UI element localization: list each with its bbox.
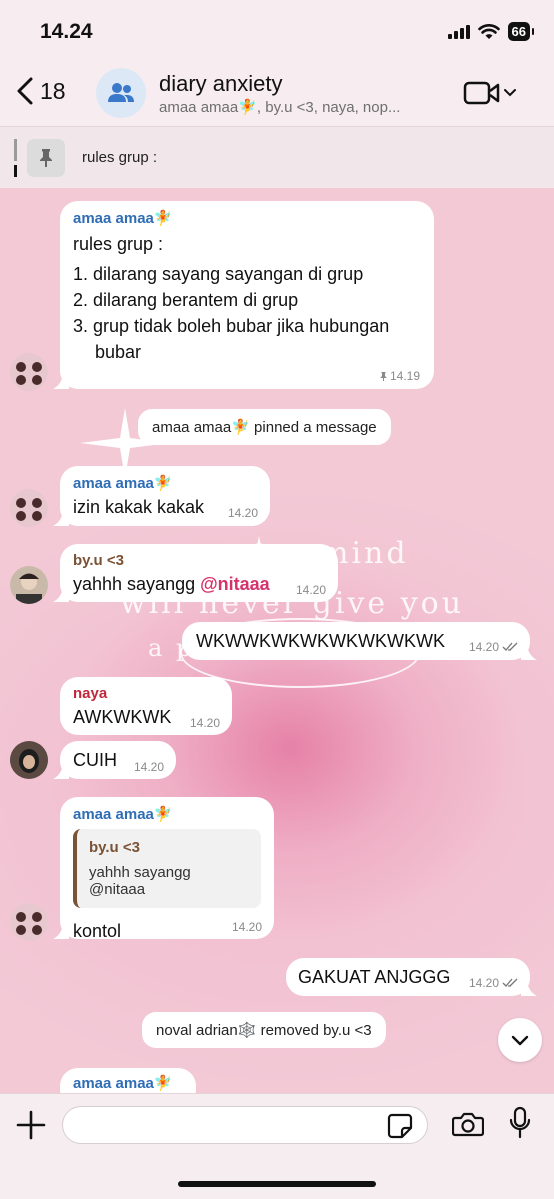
chat-title[interactable]: diary anxiety [159, 71, 283, 97]
chat-header: 18 diary anxiety amaa amaa🧚, by.u <3, na… [0, 62, 554, 126]
back-button[interactable]: 18 [14, 76, 66, 106]
group-avatar[interactable] [96, 68, 146, 118]
message-text: GAKUAT ANJGGG [298, 967, 451, 987]
message-time: 14.20 [468, 976, 499, 990]
system-message-removed: noval adrian🕸️ removed by.u <3 [142, 1012, 386, 1048]
scroll-to-bottom-button[interactable] [498, 1018, 542, 1062]
message-input[interactable] [62, 1106, 428, 1144]
message-bubble[interactable]: amaa amaa🧚 izin kakak kakak 14.20 [53, 466, 270, 526]
sender-name: amaa amaa🧚 [73, 475, 173, 492]
message-bubble[interactable]: naya AWKWKWK 14.20 [60, 677, 232, 735]
bubble-tail [53, 375, 69, 389]
video-camera-icon [463, 81, 500, 105]
message-bubble-reply[interactable]: amaa amaa🧚 by.u <3 yahhh sayangg @nitaaa… [53, 797, 274, 941]
video-call-button[interactable] [463, 80, 516, 106]
rule-item: 2. dilarang berantem di grup [73, 290, 299, 310]
message-meta: 14.20 [469, 976, 518, 990]
bubble-tail [53, 925, 69, 939]
sender-name: amaa amaa🧚 [73, 806, 173, 823]
chevron-down-icon [511, 1035, 529, 1045]
avatar[interactable] [10, 489, 48, 527]
double-check-icon [502, 642, 518, 651]
sticker-icon [387, 1113, 413, 1139]
message-bubble-outgoing[interactable]: GAKUAT ANJGGG 14.20 [286, 958, 537, 996]
system-message-pinned: amaa amaa🧚 pinned a message [138, 409, 391, 445]
status-time: 14.24 [40, 20, 93, 43]
voice-message-button[interactable] [508, 1106, 532, 1145]
reply-quote[interactable]: by.u <3 yahhh sayangg @nitaaa [73, 829, 261, 908]
avatar[interactable] [10, 566, 48, 604]
message-time: 14.20 [133, 760, 164, 774]
message-time: 14.19 [389, 369, 420, 383]
message-time: 14.20 [231, 920, 262, 934]
message-meta: 14.19 [379, 369, 420, 383]
attach-button[interactable] [16, 1110, 46, 1145]
double-check-icon [502, 978, 518, 987]
message-text-body: yahhh sayangg [73, 574, 201, 594]
quote-sender: by.u <3 [89, 839, 140, 856]
bubble-tail [53, 512, 69, 526]
status-icons: 66 [447, 22, 535, 41]
message-text: WKWWKWKWKWKWKWKWK [196, 631, 445, 651]
bubble-tail [521, 646, 537, 660]
rule-item: 3. grup tidak boleh bubar jika hubungan [73, 316, 390, 336]
camera-button[interactable] [451, 1111, 485, 1142]
message-bubble-outgoing[interactable]: WKWWKWKWKWKWKWKWK 14.20 [182, 622, 537, 660]
pinned-message-text: rules grup : [82, 149, 158, 166]
chevron-left-icon [17, 77, 33, 105]
system-text: pinned a message [249, 419, 377, 436]
group-icon [108, 83, 134, 102]
avatar[interactable] [10, 741, 48, 779]
message-time: 14.20 [189, 716, 220, 730]
plus-icon [16, 1110, 46, 1140]
sender-name: by.u <3 [73, 552, 124, 569]
home-indicator [178, 1181, 376, 1187]
pinned-message-bar[interactable]: rules grup : [0, 126, 554, 188]
pin-icon [380, 371, 387, 381]
mention[interactable]: @nitaaa [200, 574, 270, 594]
message-bubble-rules[interactable]: amaa amaa🧚 rules grup : 1. dilarang saya… [53, 201, 434, 389]
bubble-tail [521, 982, 537, 996]
bubble-tail [53, 588, 69, 602]
system-actor: amaa amaa🧚 [152, 419, 250, 436]
wifi-icon [477, 23, 500, 39]
signal-icon [447, 24, 470, 39]
rule-item: 1. dilarang sayang sayangan di grup [73, 264, 364, 284]
quote-text: yahhh sayangg @nitaaa [89, 864, 191, 898]
sticker-button[interactable] [387, 1113, 413, 1144]
sender-name: amaa amaa🧚 [73, 210, 173, 227]
microphone-icon [509, 1106, 531, 1139]
chevron-down-icon [504, 89, 516, 97]
message-text: yahhh sayangg @nitaaa [73, 571, 325, 597]
message-title: rules grup : [73, 234, 164, 254]
message-bubble[interactable]: by.u <3 yahhh sayangg @nitaaa 14.20 [53, 544, 338, 602]
message-time: 14.20 [295, 583, 326, 597]
unread-count: 18 [40, 77, 66, 104]
sender-name: amaa amaa🧚 [73, 1075, 173, 1092]
avatar[interactable] [10, 903, 48, 941]
message-text: CUIH [73, 750, 117, 770]
battery-indicator: 66 [507, 22, 535, 41]
camera-icon [451, 1112, 485, 1137]
avatar[interactable] [10, 353, 48, 391]
top-bar: 14.24 66 18 diary anxiety amaa amaa🧚, by… [0, 0, 554, 188]
message-meta: 14.20 [469, 640, 518, 654]
pin-icon [27, 139, 65, 177]
message-bubble[interactable]: CUIH 14.20 [53, 741, 176, 779]
pinned-indicator [14, 139, 17, 177]
chat-members[interactable]: amaa amaa🧚, by.u <3, naya, nop... [159, 98, 429, 116]
rule-item: bubar [95, 342, 142, 362]
message-time: 14.20 [468, 640, 499, 654]
sender-name: naya [73, 685, 108, 702]
bubble-tail [53, 765, 69, 779]
message-time: 14.20 [227, 506, 258, 520]
